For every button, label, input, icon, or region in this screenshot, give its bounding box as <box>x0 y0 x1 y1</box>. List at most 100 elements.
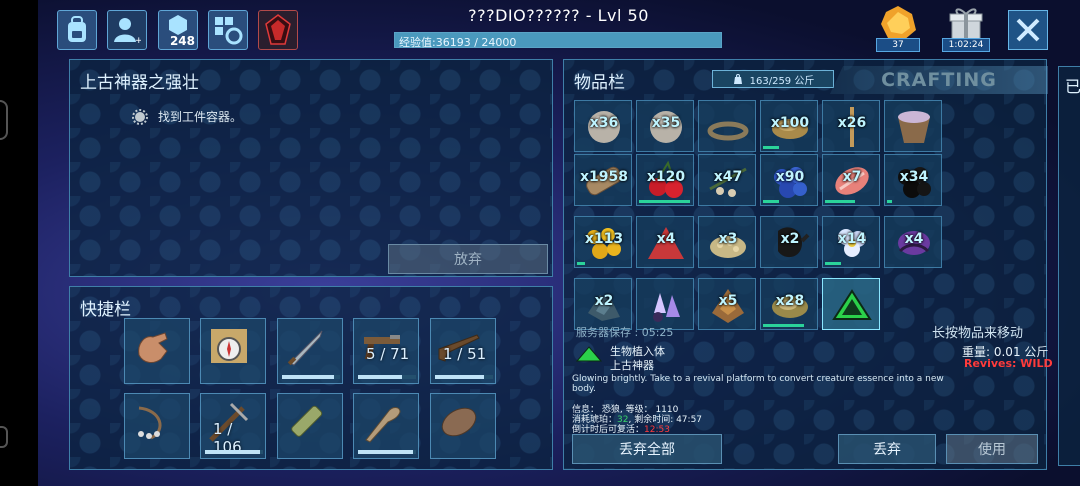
close-icon <box>1016 18 1040 42</box>
drop-button[interactable]: 丢弃 <box>838 434 936 464</box>
hotbar-slot-quantity: 1 / 51 <box>443 345 487 363</box>
inventory-slot[interactable]: x100 <box>760 100 818 152</box>
inventory-slot-quantity: x100 <box>770 115 810 131</box>
inventory-slot[interactable]: x35 <box>636 100 694 152</box>
durability-bar-fill <box>205 450 261 454</box>
item-name-line2: 上古神器 <box>610 359 654 372</box>
durability-bar <box>358 375 416 379</box>
daily-gift[interactable]: 1:02:24 <box>942 4 990 52</box>
durability-bar <box>282 375 340 379</box>
inventory-slot[interactable]: x14 <box>822 216 880 268</box>
amber-counter[interactable]: 37 <box>876 4 920 52</box>
svg-text:+: + <box>135 36 141 44</box>
abandon-quest-button[interactable]: 放弃 <box>388 244 548 274</box>
spoil-bar <box>577 262 586 265</box>
hotbar-slot-quantity: 5 / 71 <box>366 345 410 363</box>
crystal-emblem-icon <box>265 14 291 45</box>
durability-bar-fill <box>282 375 335 379</box>
inventory-slot[interactable]: x2 <box>574 278 632 330</box>
quest-objective-text: 找到工件容器。 <box>158 110 243 124</box>
hotbar-slot[interactable] <box>430 393 496 459</box>
inventory-slot-quantity: x113 <box>584 231 624 247</box>
durability-bar-fill <box>358 450 414 454</box>
inventory-slot-selected[interactable] <box>822 278 880 330</box>
inventory-slot-quantity: x5 <box>718 293 738 309</box>
inventory-slot[interactable]: x26 <box>822 100 880 152</box>
inventory-slot-quantity: x36 <box>589 115 619 131</box>
inventory-slot[interactable]: x120 <box>636 154 694 206</box>
engram-points: 248 <box>169 34 195 48</box>
inventory-slot-quantity: x3 <box>718 231 738 247</box>
quest-objective: 找到工件容器。 <box>132 108 242 125</box>
xp-text: 经验值:36193 / 24000 <box>399 36 517 49</box>
hotbar-slot[interactable]: 1 / 106 <box>200 393 266 459</box>
tribe-settings-button[interactable] <box>208 10 248 50</box>
inventory-slot[interactable]: x7 <box>822 154 880 206</box>
spoil-bar <box>825 262 842 265</box>
gear-bullet-icon <box>132 108 148 125</box>
drop-all-button[interactable]: 丢弃全部 <box>572 434 722 464</box>
inventory-slot[interactable]: x4 <box>884 216 942 268</box>
inventory-slot-quantity: x90 <box>775 169 805 185</box>
hotbar-slot[interactable]: 5 / 71 <box>353 318 419 384</box>
inventory-slot-quantity: x26 <box>837 115 867 131</box>
implant-small-icon <box>576 346 602 362</box>
hotbar-slot[interactable] <box>277 393 343 459</box>
spoil-bar <box>763 146 780 149</box>
close-button[interactable] <box>1008 10 1048 50</box>
inventory-slot[interactable]: x36 <box>574 100 632 152</box>
artifact-button[interactable] <box>258 10 298 50</box>
tab-crafting[interactable]: CRAFTING <box>830 66 1048 94</box>
weight-icon <box>733 74 742 84</box>
inventory-weight: 163/259 公斤 <box>712 70 834 88</box>
inventory-slot-quantity: x47 <box>713 169 743 185</box>
spoil-bar <box>887 200 893 203</box>
amber-count: 37 <box>876 38 920 52</box>
hotbar-slot[interactable] <box>124 318 190 384</box>
side-panel-char: 已 <box>1065 77 1080 96</box>
character-button[interactable]: + <box>107 10 147 50</box>
inventory-slot[interactable]: x47 <box>698 154 756 206</box>
hotbar-slot[interactable] <box>353 393 419 459</box>
inventory-slot[interactable]: x113 <box>574 216 632 268</box>
inventory-slot[interactable] <box>698 100 756 152</box>
inventory-slot-quantity: x7 <box>842 169 862 185</box>
hotbar-slot[interactable] <box>200 318 266 384</box>
inventory-backpack-button[interactable] <box>57 10 97 50</box>
inventory-slot-quantity: x2 <box>594 293 614 309</box>
inventory-slot-quantity: x14 <box>837 231 867 247</box>
device-bezel <box>0 0 38 486</box>
inventory-slot-quantity: x2 <box>780 231 800 247</box>
inventory-slot[interactable] <box>884 100 942 152</box>
inventory-slot-quantity: x4 <box>904 231 924 247</box>
spoil-bar <box>763 324 804 327</box>
spoil-bar <box>825 200 855 203</box>
inventory-slot[interactable]: x34 <box>884 154 942 206</box>
inventory-slot-quantity: x34 <box>899 169 929 185</box>
engrams-button[interactable]: 248 <box>158 10 198 50</box>
hotbar-slot[interactable] <box>124 393 190 459</box>
inventory-slot[interactable]: x4 <box>636 216 694 268</box>
person-plus-icon: + <box>114 18 141 44</box>
hotbar-title: 快捷栏 <box>80 300 131 320</box>
inventory-slot[interactable]: x2 <box>760 216 818 268</box>
item-description: Glowing brightly. Take to a revival plat… <box>572 374 944 394</box>
inventory-slot[interactable] <box>636 278 694 330</box>
inventory-slot[interactable]: x3 <box>698 216 756 268</box>
gift-timer: 1:02:24 <box>942 38 990 52</box>
spoil-bar <box>639 200 691 203</box>
inventory-title: 物品栏 <box>574 73 625 93</box>
inventory-slot-quantity: x4 <box>656 231 676 247</box>
inventory-slot[interactable]: x1958 <box>574 154 632 206</box>
move-hint: 长按物品来移动 <box>932 326 1024 341</box>
gift-box-icon <box>949 8 983 41</box>
inventory-slot[interactable]: x28 <box>760 278 818 330</box>
use-button[interactable]: 使用 <box>946 434 1038 464</box>
inventory-slot[interactable]: x5 <box>698 278 756 330</box>
durability-bar <box>435 375 493 379</box>
inventory-slot[interactable]: x90 <box>760 154 818 206</box>
quest-title: 上古神器之强壮 <box>80 73 199 93</box>
quest-panel: 上古神器之强壮 找到工件容器。 放弃 <box>69 59 553 277</box>
hotbar-slot[interactable] <box>277 318 343 384</box>
hotbar-slot[interactable]: 1 / 51 <box>430 318 496 384</box>
